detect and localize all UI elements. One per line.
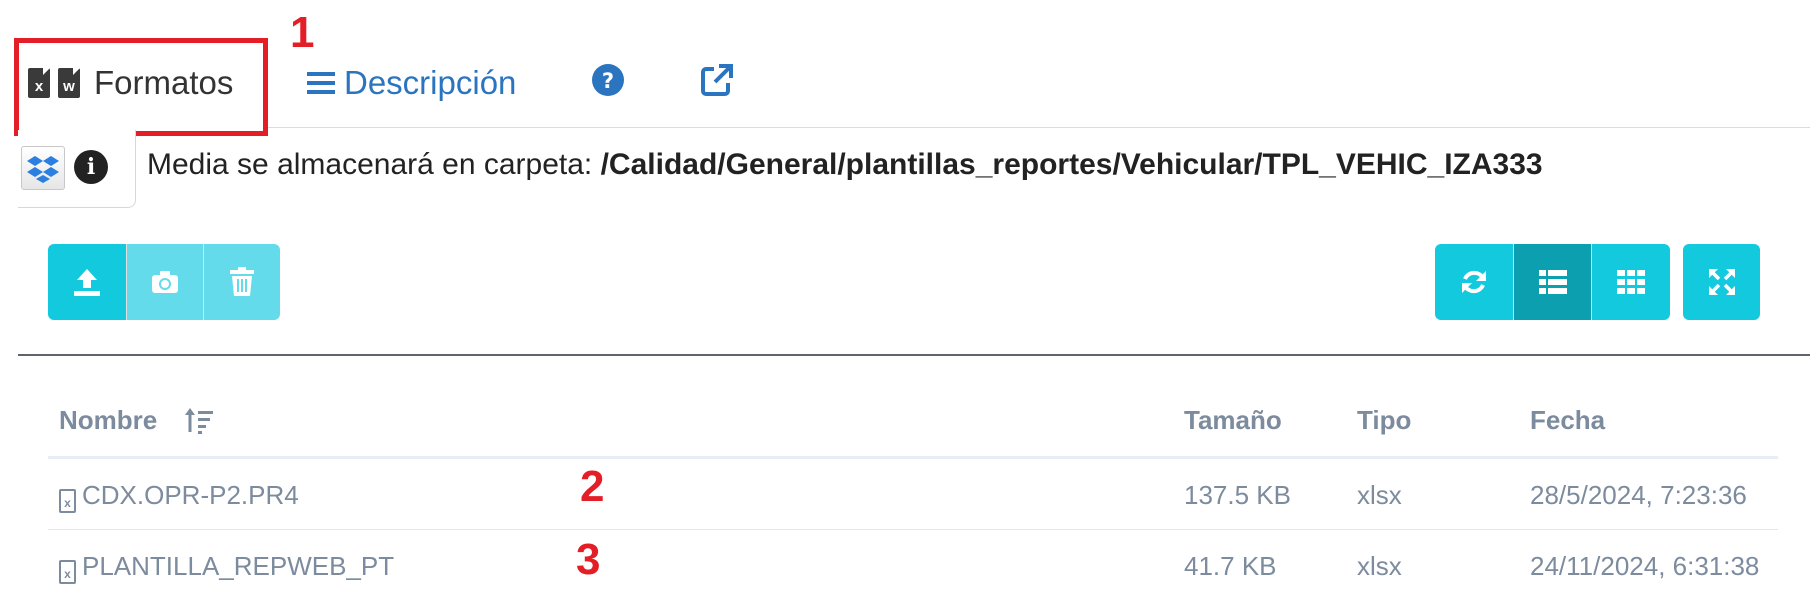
tab-formatos-label: Formatos xyxy=(94,64,234,101)
delete-button[interactable] xyxy=(204,244,280,320)
column-header-type[interactable]: Tipo xyxy=(1357,405,1411,436)
dropbox-button[interactable] xyxy=(21,146,65,190)
tab-descripcion[interactable]: Descripción xyxy=(306,64,516,102)
column-header-date[interactable]: Fecha xyxy=(1530,405,1605,436)
file-size: 137.5 KB xyxy=(1184,480,1291,510)
trash-icon xyxy=(230,267,254,296)
upload-icon xyxy=(74,269,100,296)
media-folder-path: /Calidad/General/plantillas_reportes/Veh… xyxy=(600,148,1543,181)
annotation-2: 2 xyxy=(580,462,605,511)
info-icon[interactable]: i xyxy=(74,150,108,184)
help-icon[interactable]: ? xyxy=(591,63,625,97)
file-name: CDX.OPR-P2.PR4 xyxy=(82,480,299,510)
annotation-1: 1 xyxy=(290,8,315,57)
section-divider xyxy=(18,354,1810,356)
external-link-icon[interactable] xyxy=(700,63,734,97)
table-row-name[interactable]: x PLANTILLA_REPWEB_PT xyxy=(59,551,394,584)
column-header-size[interactable]: Tamaño xyxy=(1184,405,1282,436)
camera-button[interactable] xyxy=(127,244,203,320)
table-row-name[interactable]: x CDX.OPR-P2.PR4 xyxy=(59,480,299,513)
list-icon xyxy=(307,72,335,94)
excel-file-icon: x xyxy=(28,68,50,98)
dropbox-icon xyxy=(27,156,59,183)
excel-file-icon: x xyxy=(59,560,76,584)
media-folder-text: Media se almacenará en carpeta: /Calidad… xyxy=(147,148,1543,182)
grid-view-button[interactable] xyxy=(1592,244,1670,320)
sort-icon[interactable] xyxy=(184,408,214,434)
annotation-3: 3 xyxy=(576,535,601,584)
file-date: 24/11/2024, 6:31:38 xyxy=(1530,551,1760,581)
tab-descripcion-label: Descripción xyxy=(344,64,517,101)
grid-view-icon xyxy=(1617,270,1645,294)
column-header-name[interactable]: Nombre xyxy=(59,405,157,436)
camera-icon xyxy=(152,271,178,293)
file-type: xlsx xyxy=(1357,551,1402,581)
upload-button[interactable] xyxy=(48,244,126,320)
refresh-button[interactable] xyxy=(1435,244,1513,320)
file-name: PLANTILLA_REPWEB_PT xyxy=(82,551,395,581)
file-size: 41.7 KB xyxy=(1184,551,1277,581)
word-file-icon: w xyxy=(58,68,80,98)
file-type: xlsx xyxy=(1357,480,1402,510)
tabs-divider xyxy=(240,127,1810,128)
fullscreen-icon xyxy=(1708,269,1735,295)
fullscreen-button[interactable] xyxy=(1683,244,1760,320)
list-view-icon xyxy=(1538,270,1567,294)
list-view-button[interactable] xyxy=(1514,244,1591,320)
excel-file-icon: x xyxy=(59,489,76,513)
tab-formatos-content[interactable]: x w Formatos xyxy=(28,64,233,102)
row-divider xyxy=(48,529,1778,530)
refresh-icon xyxy=(1462,270,1486,294)
svg-text:?: ? xyxy=(602,69,614,93)
table-header-underline xyxy=(48,456,1778,459)
file-date: 28/5/2024, 7:23:36 xyxy=(1530,480,1747,510)
media-folder-prefix: Media se almacenará en carpeta: xyxy=(147,148,601,181)
